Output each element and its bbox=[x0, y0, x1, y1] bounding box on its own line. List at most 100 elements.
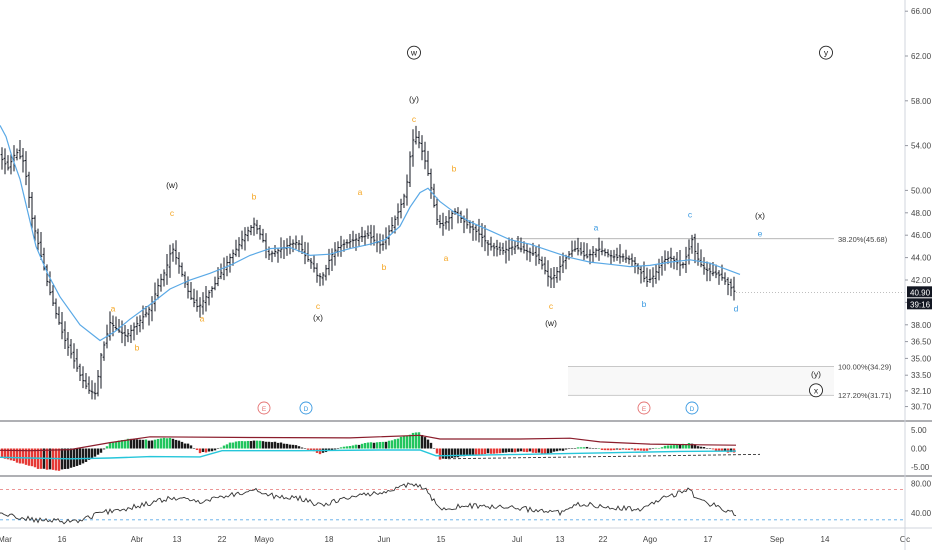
histogram-bar[interactable] bbox=[669, 445, 673, 449]
ohlc-bar[interactable] bbox=[204, 286, 208, 312]
histogram-bar[interactable] bbox=[564, 448, 568, 450]
histogram-bar[interactable] bbox=[477, 448, 481, 455]
histogram-bar[interactable] bbox=[711, 448, 715, 450]
ohlc-bar[interactable] bbox=[273, 245, 277, 257]
ohlc-bar[interactable] bbox=[99, 352, 103, 389]
ohlc-bar[interactable] bbox=[321, 272, 325, 286]
histogram-bar[interactable] bbox=[540, 448, 544, 454]
histogram-bar[interactable] bbox=[348, 445, 352, 449]
histogram-bar[interactable] bbox=[591, 448, 595, 449]
histogram-bar[interactable] bbox=[570, 448, 574, 450]
ohlc-bar[interactable] bbox=[699, 249, 703, 268]
ohlc-bar[interactable] bbox=[51, 285, 55, 307]
ohlc-bar[interactable] bbox=[201, 292, 205, 315]
ohlc-bar[interactable] bbox=[654, 264, 658, 284]
ohlc-bar[interactable] bbox=[645, 267, 649, 287]
histogram-bar[interactable] bbox=[423, 437, 427, 449]
histogram-bar[interactable] bbox=[84, 448, 88, 462]
ohlc-bar[interactable] bbox=[489, 236, 493, 251]
ohlc-bar[interactable] bbox=[513, 240, 517, 254]
ohlc-bar[interactable] bbox=[195, 290, 199, 312]
ohlc-bar[interactable] bbox=[582, 242, 586, 261]
histogram-bar[interactable] bbox=[576, 447, 580, 449]
ohlc-bar[interactable] bbox=[399, 198, 403, 219]
histogram-bar[interactable] bbox=[546, 448, 550, 454]
histogram-bar[interactable] bbox=[654, 447, 658, 449]
histogram-bar[interactable] bbox=[630, 448, 634, 450]
histogram-bar[interactable] bbox=[144, 439, 148, 449]
ohlc-bar[interactable] bbox=[93, 382, 97, 400]
ohlc-bar[interactable] bbox=[507, 237, 511, 261]
ohlc-bar[interactable] bbox=[696, 242, 700, 266]
histogram-bar[interactable] bbox=[597, 448, 601, 449]
histogram-bar[interactable] bbox=[369, 442, 373, 449]
ohlc-bar[interactable] bbox=[615, 247, 619, 261]
ohlc-bar[interactable] bbox=[621, 253, 625, 262]
ohlc-bar[interactable] bbox=[504, 240, 508, 264]
ohlc-bar[interactable] bbox=[732, 276, 736, 301]
ohlc-bar[interactable] bbox=[117, 319, 121, 333]
histogram-bar[interactable] bbox=[135, 439, 139, 449]
ohlc-bar[interactable] bbox=[369, 224, 373, 246]
histogram-bar[interactable] bbox=[105, 446, 109, 449]
histogram-bar[interactable] bbox=[366, 442, 370, 449]
histogram-bar[interactable] bbox=[513, 448, 517, 453]
ohlc-bar[interactable] bbox=[213, 276, 217, 291]
histogram-bar[interactable] bbox=[705, 448, 709, 449]
ohlc-bar[interactable] bbox=[693, 233, 697, 264]
event-marker[interactable]: E bbox=[637, 401, 651, 415]
ohlc-bar[interactable] bbox=[156, 278, 160, 300]
ohlc-bar[interactable] bbox=[186, 276, 190, 299]
ohlc-bar[interactable] bbox=[69, 339, 73, 359]
ohlc-bar[interactable] bbox=[150, 296, 154, 322]
ohlc-bar[interactable] bbox=[492, 242, 496, 257]
histogram-bar[interactable] bbox=[138, 439, 142, 449]
ohlc-bar[interactable] bbox=[246, 226, 250, 242]
histogram-bar[interactable] bbox=[642, 448, 646, 451]
histogram-bar[interactable] bbox=[219, 447, 223, 449]
ohlc-bar[interactable] bbox=[603, 248, 607, 257]
ohlc-bar[interactable] bbox=[567, 251, 571, 260]
ohlc-bar[interactable] bbox=[159, 273, 163, 292]
histogram-bar[interactable] bbox=[267, 441, 271, 449]
histogram-pane[interactable] bbox=[0, 432, 761, 471]
ohlc-bar[interactable] bbox=[555, 266, 559, 283]
ohlc-bar[interactable] bbox=[690, 234, 694, 254]
ohlc-bar[interactable] bbox=[234, 239, 238, 257]
histogram-bar[interactable] bbox=[663, 445, 667, 449]
histogram-bar[interactable] bbox=[93, 448, 97, 457]
ohlc-bar[interactable] bbox=[255, 219, 259, 235]
histogram-bar[interactable] bbox=[465, 448, 469, 456]
ohlc-bar[interactable] bbox=[396, 203, 400, 226]
ohlc-bar[interactable] bbox=[258, 225, 262, 240]
price-pane[interactable]: 38.20%(45.68) 100.00%(34.29) 127.20%(31.71… bbox=[0, 45, 932, 477]
histogram-bar[interactable] bbox=[186, 443, 190, 449]
ohlc-bar[interactable] bbox=[354, 233, 358, 251]
histogram-bar[interactable] bbox=[303, 448, 307, 449]
histogram-bar[interactable] bbox=[132, 438, 136, 449]
ohlc-bar[interactable] bbox=[0, 147, 4, 170]
histogram-bar[interactable] bbox=[318, 448, 322, 455]
histogram-bar[interactable] bbox=[123, 439, 127, 449]
ohlc-bar[interactable] bbox=[438, 214, 442, 229]
histogram-bar[interactable] bbox=[207, 448, 211, 452]
ohlc-bar[interactable] bbox=[171, 243, 175, 262]
ohlc-bar[interactable] bbox=[228, 253, 232, 273]
ohlc-bar[interactable] bbox=[546, 260, 550, 287]
ohlc-bar[interactable] bbox=[708, 262, 712, 282]
histogram-bar[interactable] bbox=[96, 448, 100, 455]
histogram-bar[interactable] bbox=[333, 448, 337, 450]
ohlc-bar[interactable] bbox=[570, 240, 574, 258]
histogram-bar[interactable] bbox=[45, 448, 49, 470]
ohlc-bar[interactable] bbox=[180, 262, 184, 277]
ohlc-bar[interactable] bbox=[378, 233, 382, 254]
histogram-bar[interactable] bbox=[507, 448, 511, 453]
ohlc-bar[interactable] bbox=[405, 174, 409, 206]
ohlc-bar[interactable] bbox=[21, 147, 25, 173]
ohlc-bar[interactable] bbox=[147, 306, 151, 326]
ohlc-bar[interactable] bbox=[102, 341, 106, 361]
histogram-bar[interactable] bbox=[147, 440, 151, 449]
histogram-bar[interactable] bbox=[249, 441, 253, 449]
histogram-bar[interactable] bbox=[231, 442, 235, 449]
histogram-bar[interactable] bbox=[516, 448, 520, 452]
